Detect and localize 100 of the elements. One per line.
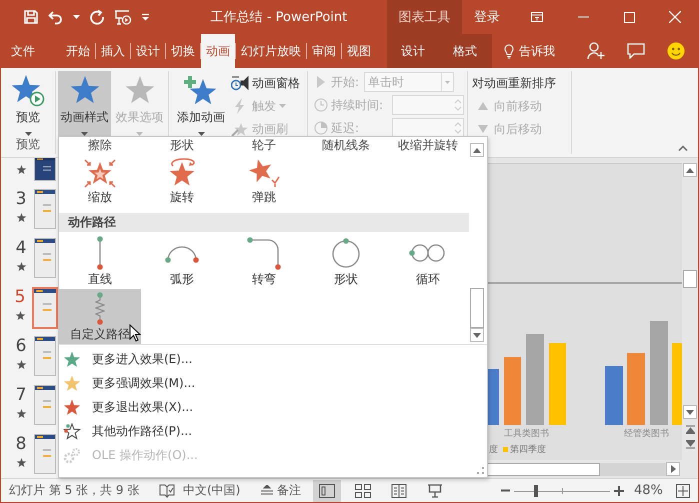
- scroll-up-button[interactable]: [683, 163, 697, 177]
- motion-path-option[interactable]: 转弯: [223, 234, 305, 289]
- effect-label[interactable]: 擦除: [59, 137, 141, 154]
- menu-item[interactable]: 更多强调效果(M)...: [59, 371, 487, 395]
- add-animation-button[interactable]: 添加动画: [173, 71, 229, 139]
- scrollbar-thumb[interactable]: [683, 270, 697, 288]
- slide-thumbnail[interactable]: [32, 287, 58, 329]
- effect-label[interactable]: 轮子: [223, 137, 305, 154]
- ribbon-tab[interactable]: 插入: [96, 34, 130, 68]
- ribbon-tab[interactable]: 切换: [166, 34, 200, 68]
- slideshow-icon[interactable]: [114, 8, 132, 26]
- slide-number: 4: [16, 238, 26, 258]
- zoom-slider[interactable]: [514, 484, 610, 498]
- spinner-field[interactable]: [392, 118, 464, 138]
- ribbon-tab[interactable]: 动画: [201, 34, 235, 68]
- scroll-down-button[interactable]: [683, 405, 697, 419]
- chart-bar: [627, 353, 645, 425]
- effect-option[interactable]: 弹跳: [223, 154, 305, 210]
- scrollbar-thumb[interactable]: [487, 462, 600, 476]
- effect-option[interactable]: 缩放: [59, 154, 141, 210]
- animation-pane-button[interactable]: 动画窗格: [231, 73, 300, 93]
- normal-view-button[interactable]: [313, 480, 341, 502]
- zoom-out-icon[interactable]: [501, 489, 510, 492]
- sign-in-link[interactable]: 登录: [462, 0, 512, 34]
- effect-option[interactable]: 旋转: [141, 154, 223, 210]
- menu-item[interactable]: 其他动作路径(P)...: [59, 419, 487, 443]
- comment-icon[interactable]: [627, 43, 645, 59]
- spinner-field[interactable]: [392, 95, 464, 115]
- mouse-cursor-icon: [129, 324, 141, 342]
- customize-caret-icon[interactable]: [141, 13, 150, 21]
- star-icon: [63, 398, 81, 416]
- category-label: 工具类图书: [504, 428, 549, 440]
- preview-button[interactable]: 预览: [2, 71, 54, 136]
- motion-path-option[interactable]: 弧形: [141, 234, 223, 289]
- motion-path-option[interactable]: 循环: [387, 234, 469, 289]
- ribbon-tab[interactable]: 幻灯片放映: [236, 34, 306, 68]
- field-label: 持续时间:: [331, 96, 384, 114]
- language-indicator[interactable]: 中文(中国): [183, 482, 257, 499]
- motion-path-option[interactable]: 直线: [59, 234, 141, 289]
- context-tab-header: 图表工具: [387, 0, 462, 34]
- field-label: 开始:: [331, 74, 360, 90]
- field-label: 延迟:: [331, 120, 360, 136]
- effect-label[interactable]: 形状: [141, 137, 223, 154]
- effect-label[interactable]: 收缩并旋转: [387, 137, 469, 154]
- smiley-icon[interactable]: [667, 42, 685, 60]
- star-play-icon: [11, 75, 45, 107]
- ribbon-tab[interactable]: 格式: [439, 34, 491, 68]
- effect-label[interactable]: 随机线条: [305, 137, 387, 154]
- minimize-icon: [578, 16, 588, 18]
- caret-icon: [279, 104, 286, 108]
- menu-item[interactable]: 更多进入效果(E)...: [59, 347, 487, 371]
- grid-icon: [355, 484, 371, 498]
- scroll-up-button[interactable]: [470, 143, 484, 157]
- close-icon: [669, 11, 681, 23]
- ribbon-tab[interactable]: 开始: [61, 34, 95, 68]
- file-tab[interactable]: 文件: [1, 34, 45, 68]
- ribbon-display-icon: [531, 12, 543, 22]
- slide-thumbnail[interactable]: [34, 336, 56, 376]
- collapse-ribbon-icon[interactable]: [678, 145, 688, 151]
- slide-thumbnail[interactable]: [34, 385, 56, 425]
- down-arrow-icon: [473, 332, 481, 338]
- star-arrows-icon: [82, 158, 118, 188]
- group-label: 预览: [16, 136, 40, 153]
- slide-thumbnail[interactable]: [34, 158, 56, 181]
- ribbon-tab[interactable]: 设计: [131, 34, 165, 68]
- animation-star-icon: [16, 212, 26, 223]
- share-person-icon[interactable]: [587, 42, 605, 60]
- notes-button[interactable]: 备注: [261, 482, 301, 499]
- tell-me-search[interactable]: 告诉我: [492, 34, 555, 68]
- ribbon-tab[interactable]: 审阅: [307, 34, 341, 68]
- caret-icon[interactable]: [73, 14, 80, 20]
- ribbon-tab[interactable]: 视图: [342, 34, 376, 68]
- notes-icon: [261, 485, 273, 496]
- scroll-down-button[interactable]: [470, 328, 484, 342]
- resize-grip-icon[interactable]: [477, 467, 484, 474]
- slide-thumbnail[interactable]: [34, 189, 56, 229]
- chart-bar: [504, 357, 521, 425]
- animation-star-icon: [16, 408, 26, 419]
- spelling-check-icon[interactable]: [159, 484, 175, 498]
- zoom-slider-thumb[interactable]: [534, 484, 538, 496]
- scrollbar-thumb[interactable]: [470, 288, 484, 328]
- book-icon: [391, 484, 407, 498]
- fit-to-window-icon[interactable]: [676, 484, 690, 498]
- previous-slide-icon[interactable]: [686, 425, 694, 434]
- menu-item[interactable]: 更多退出效果(X)...: [59, 395, 487, 419]
- ribbon-tab[interactable]: 设计: [387, 34, 439, 68]
- undo-icon[interactable]: [48, 9, 64, 25]
- next-slide-icon[interactable]: [686, 440, 694, 449]
- motion-path-option[interactable]: 形状: [305, 234, 387, 289]
- motion-path-option[interactable]: 自定义路径: [59, 289, 141, 344]
- right-arrow-icon: [670, 465, 676, 473]
- ribbon-button[interactable]: 动画样式: [58, 71, 111, 139]
- zoom-percent[interactable]: 48%: [634, 483, 672, 498]
- save-icon[interactable]: [23, 9, 39, 25]
- redo-icon[interactable]: [89, 9, 105, 25]
- zoom-in-icon[interactable]: [614, 486, 624, 496]
- scroll-right-button[interactable]: [666, 462, 680, 476]
- slide-thumbnail[interactable]: [34, 238, 56, 278]
- gears-icon: [63, 446, 81, 464]
- slide-thumbnail[interactable]: [34, 434, 56, 474]
